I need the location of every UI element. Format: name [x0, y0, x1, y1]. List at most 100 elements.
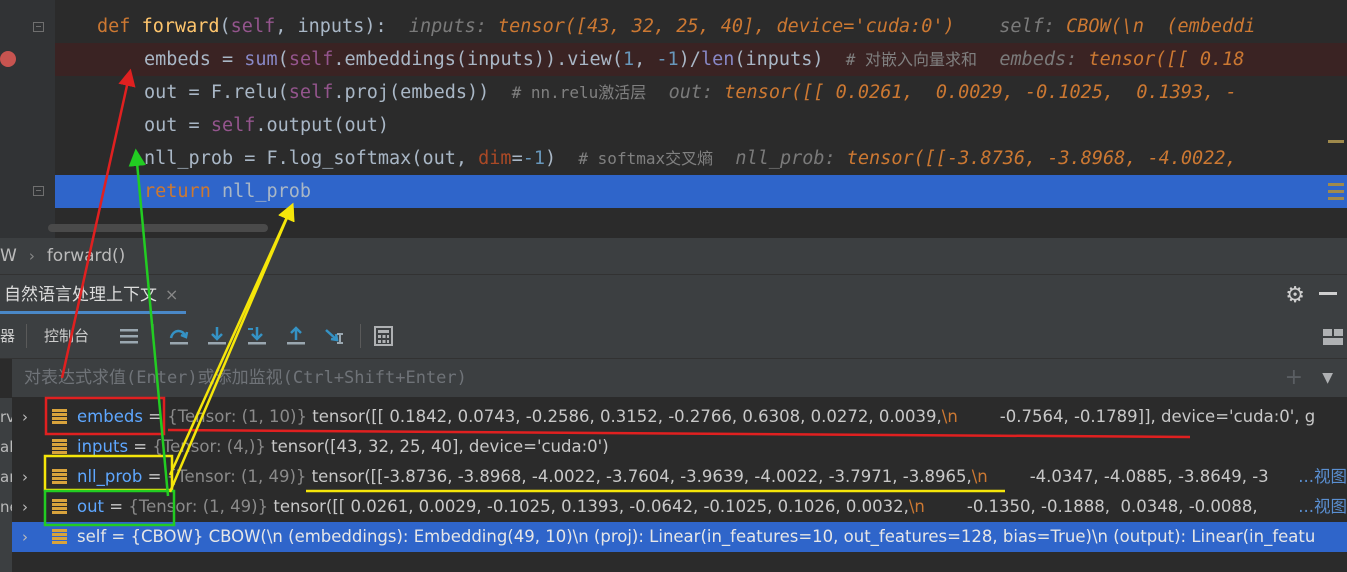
- code-comment: # 对嵌入向量求和: [845, 50, 978, 69]
- frame-label[interactable]: ne: [0, 498, 12, 516]
- debug-session-tab-label: 自然语言处理上下文: [4, 285, 157, 305]
- keyword: return: [144, 181, 211, 202]
- minimize-icon[interactable]: [1319, 292, 1337, 295]
- gear-icon[interactable]: ⚙: [1285, 283, 1305, 308]
- self-keyword: self: [230, 16, 276, 37]
- variable-type: {Tensor: (1, 49)}: [166, 467, 307, 486]
- close-icon[interactable]: ×: [165, 285, 178, 304]
- code-text: ): [544, 148, 557, 169]
- step-into-icon[interactable]: [206, 325, 228, 347]
- code-line-5[interactable]: nll_prob = F.log_softmax(out, dim=-1) # …: [55, 142, 1347, 175]
- code-editor[interactable]: def forward(self, inputs): inputs: tenso…: [0, 0, 1347, 238]
- chevron-right-icon[interactable]: ›: [22, 462, 28, 492]
- code-line-6-execution-point[interactable]: return nll_prob: [55, 175, 1347, 208]
- inline-hint-label: out:: [668, 82, 714, 103]
- keyword: def: [97, 16, 131, 37]
- variable-row-embeds[interactable]: › embeds = {Tensor: (1, 10)} tensor([[ 0…: [12, 402, 1347, 432]
- variable-type: {Tensor: (1, 49)}: [128, 497, 269, 516]
- chevron-right-icon[interactable]: ›: [22, 492, 28, 522]
- variable-row-inputs[interactable]: inputs = {Tensor: (4,)} tensor([43, 32, …: [12, 432, 1347, 462]
- code-line-3[interactable]: out = F.relu(self.proj(embeds)) # nn.rel…: [55, 76, 1347, 109]
- debug-session-tab[interactable]: 自然语言处理上下文 ×: [0, 275, 187, 314]
- variable-name: nll_prob: [77, 467, 143, 486]
- inline-hint-label: inputs:: [408, 16, 487, 37]
- error-stripe-mark[interactable]: [1328, 183, 1344, 186]
- error-stripe-mark[interactable]: [1328, 197, 1344, 200]
- breadcrumb-separator-icon: ›: [28, 247, 35, 265]
- code-text: )/: [678, 49, 701, 70]
- error-stripe-mark[interactable]: [1328, 140, 1344, 143]
- fold-marker-icon[interactable]: [33, 22, 44, 32]
- chevron-right-icon[interactable]: ›: [22, 522, 28, 552]
- inline-hint-value: tensor([[-3.8736, -3.8968, -4.0022,: [846, 148, 1237, 169]
- breadcrumb-method[interactable]: forward(): [47, 246, 125, 266]
- variable-type: {Tensor: (1, 10)}: [167, 407, 307, 426]
- variable-value: tensor([[-3.8736, -3.8968, -4.0022, -3.7…: [311, 467, 972, 486]
- variable-name: out: [77, 497, 105, 516]
- editor-gutter[interactable]: [0, 0, 55, 238]
- variables-tree: rv al ar ne › embeds = {Tensor: (1, 10)}…: [0, 398, 1347, 572]
- variable-name: self: [77, 527, 107, 546]
- code-line-2-breakpoint[interactable]: embeds = sum(self.embeddings(inputs)).vi…: [55, 43, 1347, 76]
- tensor-variable-icon: [52, 439, 67, 455]
- step-out-icon[interactable]: [285, 325, 307, 347]
- code-text: (inputs): [734, 49, 824, 70]
- step-into-my-code-icon[interactable]: [246, 325, 268, 347]
- inline-hint-value: tensor([[ 0.0261, 0.0029, -0.1025, 0.139…: [724, 82, 1237, 103]
- code-text: embeds =: [144, 49, 245, 70]
- variable-row-nll-prob[interactable]: › nll_prob = {Tensor: (1, 49)} tensor([[…: [12, 462, 1347, 492]
- code-text: .output(out): [255, 115, 390, 136]
- code-text: .proj(embeds)): [333, 82, 490, 103]
- named-parameter: dim: [478, 148, 512, 169]
- evaluate-placeholder: 对表达式求值(Enter)或添加监视(Ctrl+Shift+Enter): [24, 368, 467, 388]
- code-text: (: [219, 16, 231, 37]
- frame-label[interactable]: rv: [0, 408, 12, 426]
- run-to-cursor-icon[interactable]: [324, 325, 346, 347]
- frames-panel-edge: rv al ar ne: [0, 398, 12, 572]
- step-over-icon[interactable]: [168, 325, 190, 347]
- breakpoint-icon[interactable]: [0, 51, 16, 67]
- view-link[interactable]: ...视图: [1294, 492, 1347, 522]
- variable-value-tail: -4.0347, -4.0885, -3.8649, -3: [987, 467, 1269, 486]
- tensor-variable-icon: [52, 469, 67, 485]
- error-stripe-mark[interactable]: [1328, 190, 1344, 193]
- variable-type: {Tensor: (4,)}: [152, 437, 266, 456]
- code-text: nll_prob = F.log_softmax(out,: [144, 148, 479, 169]
- breadcrumb-class[interactable]: W: [0, 246, 17, 266]
- evaluate-expression-icon[interactable]: [373, 325, 395, 347]
- tensor-variable-icon: [52, 409, 67, 425]
- toolbar-divider: [26, 324, 27, 348]
- variable-value: {CBOW} CBOW(\n (embeddings): Embedding(4…: [130, 527, 1316, 546]
- code-comment: # softmax交叉熵: [578, 149, 714, 168]
- inline-hint-label: embeds:: [999, 49, 1078, 70]
- variable-row-out[interactable]: › out = {Tensor: (1, 49)} tensor([[ 0.02…: [12, 492, 1347, 522]
- builtin: sum: [244, 49, 278, 70]
- list-menu-icon[interactable]: [118, 325, 140, 347]
- frame-label[interactable]: al: [0, 438, 12, 456]
- fold-marker-icon[interactable]: [33, 186, 44, 196]
- horizontal-scrollbar[interactable]: [48, 224, 268, 232]
- toolbar-divider: [360, 324, 361, 348]
- add-watch-icon[interactable]: +: [1285, 359, 1303, 397]
- number: -1: [522, 148, 545, 169]
- code-text: out = F.relu(: [144, 82, 289, 103]
- chevron-down-icon[interactable]: ▼: [1322, 359, 1333, 397]
- builtin: len: [700, 49, 735, 70]
- evaluate-expression-input[interactable]: 对表达式求值(Enter)或添加监视(Ctrl+Shift+Enter) + ▼: [12, 359, 1347, 397]
- chevron-right-icon[interactable]: ›: [22, 402, 28, 432]
- self-keyword: self: [210, 115, 256, 136]
- variable-value-tail: -0.7564, -0.1789]], device='cuda:0', g: [957, 407, 1316, 426]
- self-keyword: self: [288, 49, 334, 70]
- layout-settings-icon[interactable]: [1322, 326, 1344, 348]
- debugger-tab[interactable]: 器: [0, 314, 15, 358]
- code-line-1[interactable]: def forward(self, inputs): inputs: tenso…: [55, 10, 1347, 43]
- code-line-4[interactable]: out = self.output(out): [55, 109, 1347, 142]
- newline-escape: \n: [908, 497, 925, 516]
- code-text: , inputs):: [275, 16, 387, 37]
- frame-label[interactable]: ar: [0, 468, 12, 486]
- variable-value-tail: -0.1350, -0.1888, 0.0348, -0.0088,: [924, 497, 1258, 516]
- view-link[interactable]: ...视图: [1294, 462, 1347, 492]
- console-tab[interactable]: 控制台: [44, 314, 89, 358]
- object-variable-icon: [52, 529, 67, 545]
- variable-row-self-selected[interactable]: › self = {CBOW} CBOW(\n (embeddings): Em…: [12, 522, 1347, 552]
